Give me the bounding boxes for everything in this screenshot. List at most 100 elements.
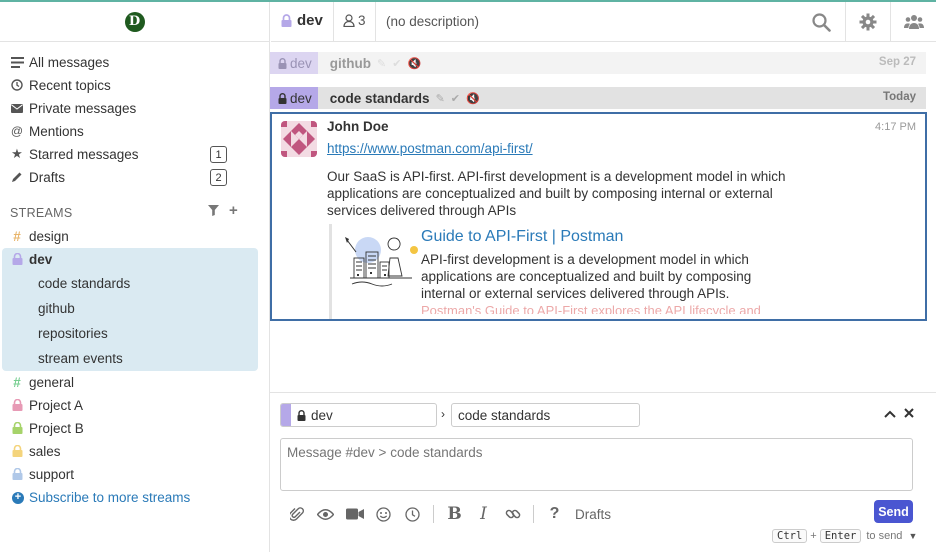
subscriber-count-value: 3 <box>358 13 366 28</box>
subscriber-count[interactable]: 3 <box>343 13 366 28</box>
plus-circle-icon: + <box>12 491 24 504</box>
hash-icon: # <box>13 374 21 390</box>
avatar[interactable] <box>281 121 317 157</box>
drafts-count-badge: 2 <box>210 169 227 186</box>
mute-topic-icon[interactable]: 🔇 <box>407 58 427 70</box>
link-icon[interactable] <box>498 506 527 522</box>
clock-icon[interactable] <box>398 506 427 522</box>
recipient-topic[interactable]: code standards ✎✔🔇 Today <box>317 87 926 109</box>
bold-icon[interactable]: B <box>440 504 469 524</box>
preview-title[interactable]: Guide to API-First | Postman <box>421 228 623 246</box>
compose-topic-input[interactable] <box>451 403 640 427</box>
stream-support[interactable]: support <box>10 463 74 485</box>
envelope-icon <box>10 103 24 113</box>
stream-design[interactable]: # design <box>10 225 69 247</box>
recipient-stream[interactable]: dev <box>270 52 324 74</box>
nav-private-messages[interactable]: Private messages <box>10 98 136 118</box>
nav-all-messages[interactable]: All messages <box>10 52 109 72</box>
add-stream-icon[interactable]: + <box>229 203 238 219</box>
stream-name: sales <box>29 443 61 459</box>
lock-icon <box>10 422 24 434</box>
edit-topic-icon[interactable]: ✎ <box>436 93 451 105</box>
message-link[interactable]: https://www.postman.com/api-first/ <box>327 141 533 156</box>
settings-button[interactable] <box>845 2 890 42</box>
lock-icon <box>281 14 292 27</box>
lock-icon <box>10 399 24 411</box>
stream-project-b[interactable]: Project B <box>10 417 84 439</box>
italic-icon[interactable]: I <box>469 504 498 524</box>
logo-area: D <box>0 2 270 42</box>
org-logo[interactable]: D <box>124 11 145 32</box>
star-icon: ★ <box>11 146 23 161</box>
send-shortcut-hint[interactable]: Ctrl + Enter to send ▼ <box>772 529 917 543</box>
preview-image[interactable] <box>342 232 422 296</box>
topic-stream-events[interactable]: stream events <box>38 347 123 369</box>
compose-stream-name: dev <box>311 407 333 423</box>
nav-label: Recent topics <box>29 77 111 93</box>
recipient-topic[interactable]: github ✎✔🔇 Sep 27 <box>317 52 926 74</box>
topic-actions: ✎✔🔇 <box>377 57 427 70</box>
smile-icon[interactable] <box>369 506 398 522</box>
stream-dev[interactable]: dev <box>10 248 52 270</box>
compose-stream-dropdown[interactable]: dev <box>280 403 437 427</box>
nav-starred-messages[interactable]: ★ Starred messages <box>10 144 139 164</box>
search-icon <box>812 12 831 32</box>
header-stream[interactable]: dev <box>281 12 323 29</box>
lock-icon <box>10 468 24 480</box>
send-button[interactable]: Send <box>874 500 913 523</box>
paperclip-icon[interactable] <box>282 506 311 522</box>
lock-icon <box>297 409 306 421</box>
search-button[interactable] <box>799 2 844 42</box>
recipient-date: Today <box>882 91 916 103</box>
recipient-date: Sep 27 <box>878 56 916 68</box>
message-sender[interactable]: John Doe <box>327 119 389 134</box>
nav-mentions[interactable]: @ Mentions <box>10 121 84 141</box>
stream-name: design <box>29 228 69 244</box>
topic-actions: ✎✔🔇 <box>436 92 486 105</box>
recipient-topic-name: github <box>329 55 372 71</box>
nav-drafts[interactable]: Drafts <box>10 167 65 187</box>
compose-drafts-link[interactable]: Drafts <box>575 507 611 522</box>
chevron-right-icon: › <box>441 407 445 421</box>
nav-label: Starred messages <box>29 146 139 162</box>
nav-label: Private messages <box>29 100 137 116</box>
recipient-bar-github: dev github ✎✔🔇 Sep 27 <box>270 52 926 74</box>
header-divider <box>333 2 334 42</box>
video-icon[interactable] <box>340 508 369 520</box>
preview-description: API-first development is a development m… <box>421 252 752 301</box>
lock-icon <box>278 92 287 104</box>
collapse-compose-icon[interactable] <box>884 406 896 421</box>
stream-project-a[interactable]: Project A <box>10 394 83 416</box>
stream-general[interactable]: # general <box>10 371 74 393</box>
starred-count-badge: 1 <box>210 146 227 163</box>
eye-icon[interactable] <box>311 508 340 520</box>
topic-code-standards[interactable]: code standards <box>38 272 130 294</box>
topic-repositories[interactable]: repositories <box>38 322 108 344</box>
mute-topic-icon[interactable]: 🔇 <box>466 93 486 105</box>
resolve-topic-icon[interactable]: ✔ <box>451 93 466 105</box>
to-send-label: to send <box>866 530 903 542</box>
resolve-topic-icon[interactable]: ✔ <box>392 58 407 70</box>
subscribe-more-streams-link[interactable]: + Subscribe to more streams <box>12 490 190 505</box>
close-compose-icon[interactable] <box>904 406 914 421</box>
help-icon[interactable]: ? <box>540 505 569 523</box>
header-stream-name: dev <box>297 12 323 29</box>
selected-message[interactable]: John Doe 4:17 PM https://www.postman.com… <box>270 112 927 321</box>
edit-topic-icon[interactable]: ✎ <box>377 58 392 70</box>
compose-message-textarea[interactable] <box>280 438 913 491</box>
hash-icon: # <box>13 228 21 244</box>
message-time[interactable]: 4:17 PM <box>875 121 916 133</box>
nav-label: All messages <box>29 54 110 70</box>
filter-icon[interactable] <box>208 205 219 219</box>
users-button[interactable] <box>891 2 936 42</box>
all-messages-icon <box>10 56 24 68</box>
lock-icon <box>10 253 24 265</box>
recipient-stream[interactable]: dev <box>270 87 324 109</box>
streams-header: STREAMS <box>10 206 73 220</box>
nav-recent-topics[interactable]: Recent topics <box>10 75 111 95</box>
recipient-stream-name: dev <box>290 55 312 71</box>
nav-label: Mentions <box>29 123 84 139</box>
stream-name: Project B <box>29 420 84 436</box>
stream-sales[interactable]: sales <box>10 440 61 462</box>
topic-github[interactable]: github <box>38 297 75 319</box>
